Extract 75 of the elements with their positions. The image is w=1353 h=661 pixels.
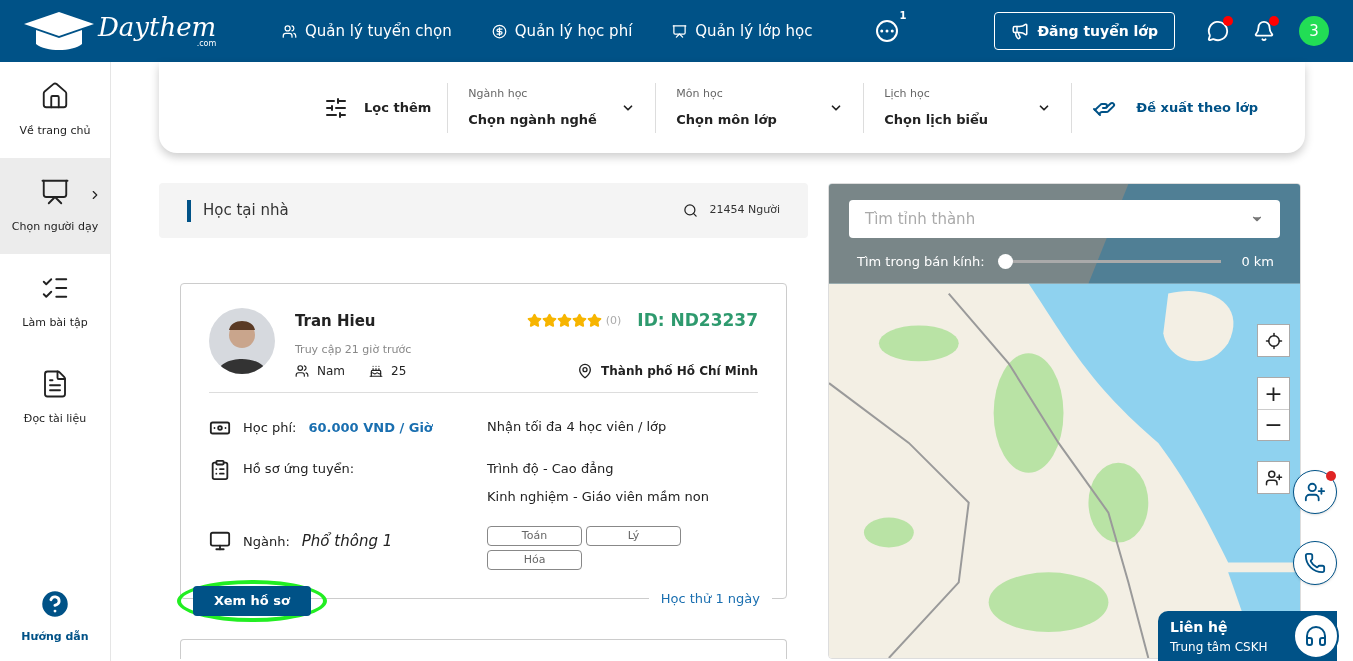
gender: Nam [317, 363, 346, 380]
chat-icon[interactable] [1207, 20, 1229, 42]
user-plus-icon [1264, 468, 1283, 487]
select-field[interactable]: Môn học Chọn môn lớp [656, 82, 865, 133]
view-profile-button[interactable]: Xem hồ sơ [193, 586, 311, 616]
phone-icon [1304, 552, 1326, 574]
more-filters-button[interactable]: Lọc thêm [364, 97, 432, 118]
headset-icon [1304, 624, 1328, 648]
teacher-id: ID: ND23237 [637, 309, 758, 332]
filter-icon [324, 95, 348, 120]
profile-detail: Trình độ - Cao đẳng [487, 460, 615, 478]
help-link[interactable]: Hướng dẫn [21, 628, 89, 645]
field-icon [209, 530, 231, 553]
star-icon [556, 313, 572, 329]
sidebar-item[interactable]: Chọn người dạy [0, 158, 110, 254]
graduation-cap-icon [24, 10, 94, 52]
star-icon [586, 313, 602, 329]
radius-value: 0 km [1241, 253, 1274, 271]
subject-tag: Lý [586, 526, 681, 546]
more-icon[interactable] [876, 20, 899, 42]
capacity: Nhận tối đa 4 học viên / lớp [487, 418, 668, 436]
star-icon [541, 313, 557, 329]
contact-subtitle: Trung tâm CSKH [1170, 638, 1268, 656]
profile-label: Hồ sơ ứng tuyển: [243, 460, 355, 478]
sidebar-item[interactable]: Làm bài tập [0, 254, 110, 350]
search-icon[interactable] [682, 203, 698, 218]
nav-icon [491, 23, 507, 39]
star-icon [526, 313, 542, 329]
megaphone-icon [1011, 22, 1030, 40]
contact-panel[interactable]: Liên hệ Trung tâm CSKH [1158, 611, 1337, 661]
subject-tag: Toán [487, 526, 582, 546]
logo-suffix: .com [196, 40, 217, 48]
logo-text[interactable]: Daythem [98, 14, 217, 40]
contact-title: Liên hệ [1170, 617, 1229, 637]
call-button[interactable] [1293, 541, 1337, 585]
nav-link[interactable]: Quản lý tuyển chọn [282, 19, 452, 43]
location-icon [577, 363, 594, 379]
last-seen: Truy cập 21 giờ trước [295, 341, 413, 358]
select-field[interactable]: Lịch học Chọn lịch biểu [864, 82, 1073, 133]
fee-label: Học phí: [243, 419, 297, 438]
radius-label: Tìm trong bán kính: [857, 253, 985, 271]
sidebar-item[interactable]: Về trang chủ [0, 62, 110, 158]
locate-icon [1264, 331, 1283, 350]
field-value: Phổ thông 1 [301, 531, 393, 552]
cake-icon [369, 364, 384, 378]
location: Thành phố Hồ Chí Minh [601, 363, 758, 380]
locate-button[interactable] [1257, 324, 1290, 357]
add-user-button[interactable] [1257, 461, 1290, 494]
profile-detail: Kinh nghiệm - Giáo viên mầm non [487, 487, 710, 506]
nav-link[interactable]: Quản lý lớp học [672, 19, 813, 43]
nav-icon [672, 23, 688, 39]
profile-icon [209, 459, 231, 481]
result-count: 21454 Người [709, 202, 780, 219]
suggest-link[interactable]: Đề xuất theo lớp [1136, 97, 1259, 118]
select-field[interactable]: Ngành học Chọn ngành nghề [448, 82, 657, 133]
notification-count: 1 [899, 9, 907, 23]
star-icon [571, 313, 587, 329]
review-count: (0) [605, 312, 622, 329]
zoom-out-button[interactable]: − [1258, 409, 1289, 440]
bell-icon[interactable] [1253, 20, 1275, 42]
nav-icon [282, 23, 297, 39]
zoom-in-button[interactable]: + [1258, 378, 1289, 409]
invite-button[interactable] [1293, 470, 1337, 514]
subject-tag: Hóa [487, 550, 582, 570]
list-title: Học tại nhà [203, 200, 289, 222]
sidebar-item[interactable]: Đọc tài liệu [0, 350, 110, 446]
field-label: Ngành: [243, 532, 290, 551]
sidebar-icon [40, 80, 70, 111]
post-class-button[interactable]: Đăng tuyển lớp [994, 12, 1175, 50]
nav-link[interactable]: Quản lý học phí [491, 19, 633, 43]
teacher-name: Tran Hieu [295, 310, 376, 332]
fee-value: 60.000 VND / Giờ [308, 419, 433, 438]
user-plus-icon [1304, 481, 1326, 503]
age: 25 [391, 363, 407, 380]
gender-icon [295, 364, 309, 378]
